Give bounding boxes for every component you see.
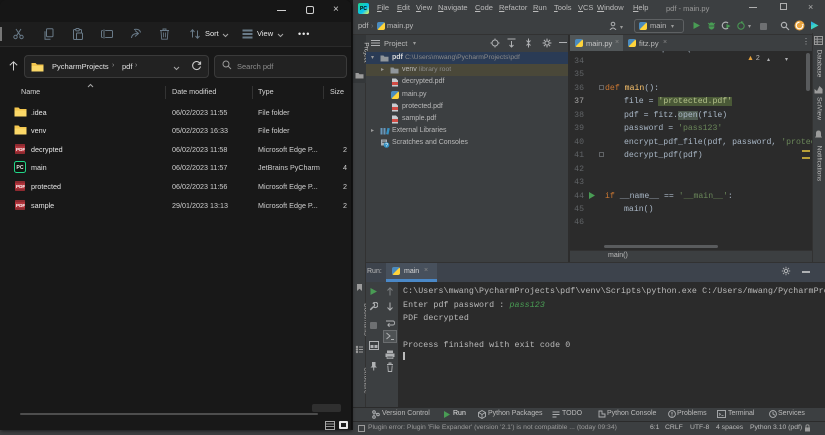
svg-text:PDF: PDF bbox=[16, 147, 25, 152]
svg-text:PC: PC bbox=[16, 165, 23, 171]
svg-text:PDF: PDF bbox=[16, 203, 25, 208]
svg-text:PDF: PDF bbox=[16, 184, 25, 189]
